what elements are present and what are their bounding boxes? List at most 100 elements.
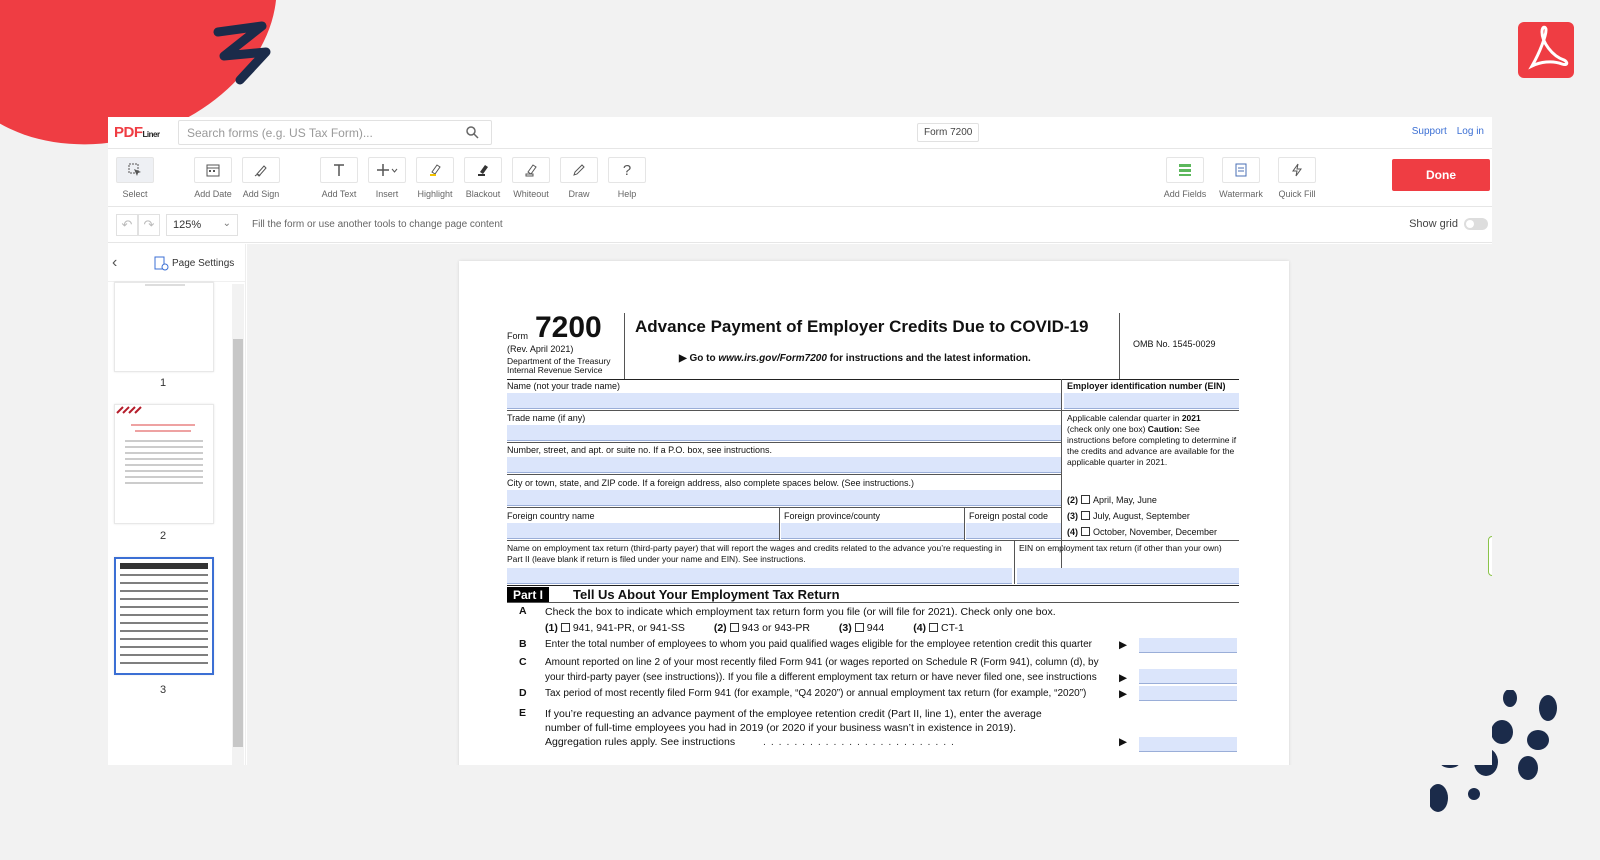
divider (507, 540, 1239, 541)
page-thumbnail-3[interactable] (114, 557, 214, 675)
line-e-text-3: Aggregation rules apply. See instruction… (545, 736, 736, 748)
province-field[interactable] (781, 523, 964, 539)
undo-button[interactable]: ↶ (116, 213, 138, 236)
checkbox[interactable] (1081, 511, 1090, 520)
trade-name-field[interactable] (507, 425, 1061, 441)
tool-add-date[interactable]: Add Date (186, 157, 240, 199)
zoom-value: 125% (173, 218, 202, 231)
lightning-icon (1292, 163, 1302, 177)
tool-help[interactable]: ? Help (600, 157, 654, 199)
calendar-icon (206, 164, 220, 177)
sub-toolbar: ↶ ↷ 125% ⌄ Fill the form or use another t… (108, 207, 1492, 243)
divider (507, 410, 1239, 411)
tool-blackout[interactable]: Blackout (456, 157, 510, 199)
line-letter: C (519, 656, 527, 668)
postal-field[interactable] (966, 523, 1061, 539)
tool-add-sign[interactable]: Add Sign (234, 157, 288, 199)
tool-watermark[interactable]: Watermark (1214, 157, 1268, 199)
page-number: 2 (160, 530, 167, 542)
line-e-field[interactable] (1139, 737, 1237, 752)
part-title: Tell Us About Your Employment Tax Return (573, 587, 840, 602)
page-settings-button[interactable]: Page Settings (154, 256, 234, 271)
search-input[interactable] (187, 125, 483, 140)
checkbox[interactable] (560, 623, 570, 632)
tool-label: Whiteout (513, 189, 549, 199)
tool-draw[interactable]: Draw (552, 157, 606, 199)
redo-button[interactable]: ↷ (138, 213, 160, 236)
checkbox[interactable] (1081, 495, 1090, 504)
line-d-text: Tax period of most recently filed Form 9… (545, 688, 1087, 699)
pdfliner-logo-icon (1518, 22, 1574, 78)
tool-label: Blackout (465, 189, 501, 199)
search-icon[interactable] (466, 126, 479, 139)
name-field[interactable] (507, 393, 1061, 409)
line-c-field[interactable] (1139, 669, 1237, 684)
tool-whiteout[interactable]: Whiteout (504, 157, 558, 199)
undo-icon: ↶ (121, 216, 133, 232)
line-a-text: Check the box to indicate which employme… (545, 606, 1056, 618)
arrow-icon: ▶ (1119, 639, 1128, 651)
text-icon (334, 164, 344, 176)
line-letter: A (519, 605, 527, 617)
quarter-option-2[interactable]: (2) April, May, June (1067, 495, 1157, 506)
line-e-text-1: If you’re requesting an advance payment … (545, 708, 1042, 720)
done-button[interactable]: Done (1392, 159, 1490, 191)
sidebar-header: ‹ Page Settings (108, 244, 245, 282)
tool-add-fields[interactable]: Add Fields (1158, 157, 1212, 199)
divider (507, 474, 1061, 475)
page-number: 1 (160, 377, 167, 389)
street-label: Number, street, and apt. or suite no. If… (507, 445, 772, 455)
line-letter: D (519, 687, 527, 699)
thumbnail-content-icon (120, 563, 208, 664)
tool-insert[interactable]: Insert (360, 157, 414, 199)
city-field[interactable] (507, 490, 1061, 506)
question-icon: ? (622, 161, 632, 179)
zoom-select[interactable]: 125% ⌄ (166, 213, 238, 236)
toolbar: Select Add Date Add Sign Add Text Insert… (108, 149, 1492, 207)
ein-field[interactable] (1064, 393, 1239, 409)
line-d-field[interactable] (1139, 686, 1237, 701)
third-party-field[interactable] (507, 568, 1012, 584)
brand-text: PDF (114, 124, 143, 141)
quarter-option-4[interactable]: (4) October, November, December (1067, 527, 1217, 538)
show-grid-toggle[interactable] (1464, 218, 1488, 230)
tool-quick-fill[interactable]: Quick Fill (1270, 157, 1324, 199)
line-b-text: Enter the total number of employees to w… (545, 639, 1092, 650)
tool-select[interactable]: Select (108, 157, 162, 199)
quarter-option-3[interactable]: (3) July, August, September (1067, 511, 1190, 522)
pdfliner-brand[interactable]: PDFLiner (114, 124, 178, 141)
country-field[interactable] (507, 523, 779, 539)
checkbox[interactable] (1081, 527, 1090, 536)
sidebar-scrollbar[interactable] (232, 284, 244, 765)
checkbox[interactable] (929, 623, 939, 632)
ein-other-field[interactable] (1017, 568, 1239, 584)
divider (507, 585, 1239, 586)
highlighter-icon (430, 164, 441, 176)
street-field[interactable] (507, 457, 1061, 473)
form-word: Form (507, 331, 528, 341)
document-title[interactable]: Form 7200 (917, 123, 980, 142)
tool-label: Add Text (321, 189, 357, 199)
page-thumbnail-2[interactable] (114, 404, 214, 524)
checkbox[interactable] (854, 623, 864, 632)
show-grid-label: Show grid (1409, 218, 1458, 230)
thumbnail-content-icon (145, 284, 185, 286)
tool-highlight[interactable]: Highlight (408, 157, 462, 199)
thumbnail-content-icon (116, 406, 203, 484)
page-thumbnail-1[interactable] (114, 282, 214, 372)
chevron-down-icon: ⌄ (222, 217, 231, 229)
tool-label: Insert (375, 189, 399, 199)
pencil-icon (573, 164, 585, 176)
collapse-chevron-left-icon[interactable]: ‹ (112, 254, 117, 272)
side-tab-handle[interactable] (1488, 536, 1492, 576)
login-link[interactable]: Log in (1457, 126, 1484, 137)
checkbox[interactable] (729, 623, 739, 632)
scrollbar-thumb[interactable] (233, 339, 243, 747)
form-number: 7200 (535, 311, 602, 344)
document-canvas: Form 7200 (Rev. April 2021) Department o… (247, 244, 1492, 765)
form-irs: Internal Revenue Service (507, 365, 603, 375)
support-link[interactable]: Support (1412, 126, 1447, 137)
divider (507, 602, 1239, 603)
line-b-field[interactable] (1139, 638, 1237, 653)
tool-add-text[interactable]: Add Text (312, 157, 366, 199)
